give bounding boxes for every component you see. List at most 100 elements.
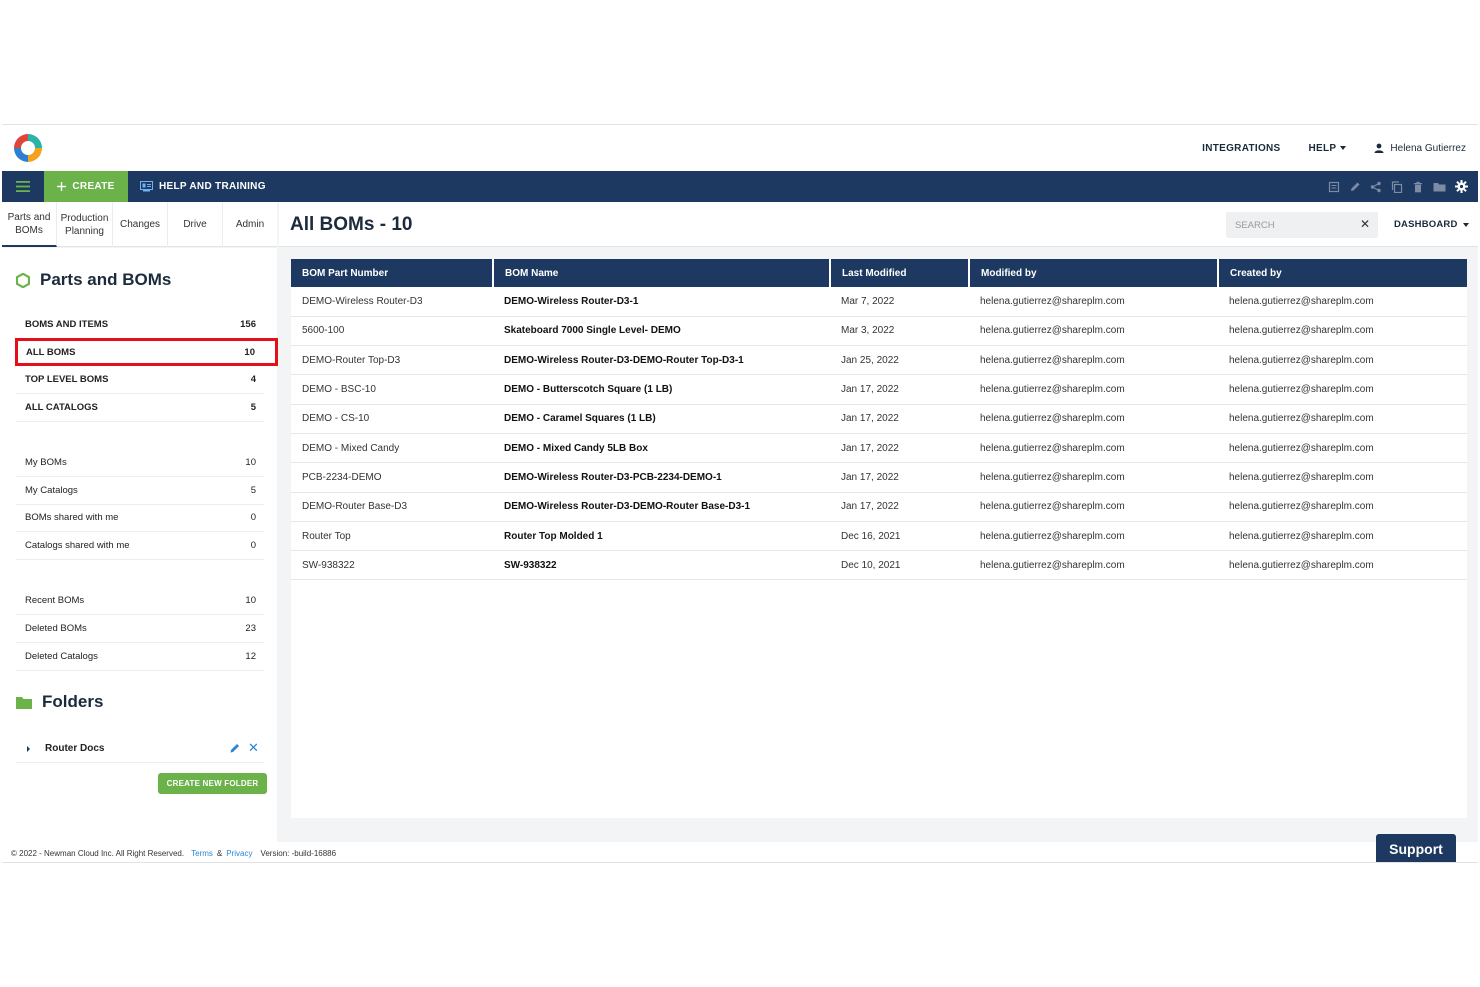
- folder-item[interactable]: Router Docs ✕: [16, 735, 264, 763]
- cell-bom-name[interactable]: DEMO - Butterscotch Square (1 LB): [493, 374, 830, 405]
- cell-bom-name[interactable]: DEMO-Wireless Router-D3-1: [493, 287, 830, 317]
- folders-title-text: Folders: [42, 692, 104, 711]
- table-row[interactable]: 5600-100 Skateboard 7000 Single Level- DE…: [291, 316, 1467, 347]
- privacy-link[interactable]: Privacy: [226, 849, 252, 858]
- cell-created-by: helena.gutierrez@shareplm.com: [1218, 433, 1467, 464]
- tab-admin[interactable]: Admin: [223, 202, 277, 247]
- integrations-link[interactable]: INTEGRATIONS: [1202, 143, 1280, 154]
- sidebar-item-all-boms[interactable]: ALL BOMS 10: [15, 338, 278, 366]
- sidebar-item-label: My BOMs: [25, 457, 67, 468]
- sidebar-item-recent-boms[interactable]: Recent BOMs 10: [16, 587, 264, 615]
- search-input[interactable]: [1226, 212, 1354, 238]
- cell-bom-name[interactable]: DEMO - Mixed Candy 5LB Box: [493, 433, 830, 464]
- cell-last-modified: Mar 7, 2022: [830, 287, 969, 317]
- column-header-bom-name[interactable]: BOM Name: [493, 259, 831, 287]
- hamburger-icon: [16, 181, 30, 192]
- tab-label: Drive: [183, 219, 207, 230]
- share-icon[interactable]: [1370, 181, 1382, 193]
- gear-icon[interactable]: [1455, 180, 1468, 193]
- create-button[interactable]: CREATE: [44, 171, 128, 202]
- delete-folder-icon[interactable]: ✕: [248, 740, 259, 756]
- main-navbar: CREATE HELP AND TRAINING: [2, 171, 1478, 202]
- column-header-last-modified[interactable]: Last Modified: [830, 259, 970, 287]
- sidebar-item-label: BOMS AND ITEMS: [25, 319, 109, 330]
- tab-label-line2: Planning: [65, 225, 104, 237]
- clear-search-icon[interactable]: ✕: [1360, 217, 1370, 231]
- tab-drive[interactable]: Drive: [168, 202, 223, 247]
- table-row[interactable]: SW-938322 SW-938322 Dec 10, 2021 helena.gut…: [291, 550, 1467, 581]
- cell-last-modified: Jan 17, 2022: [830, 462, 969, 493]
- dashboard-label: DASHBOARD: [1394, 219, 1458, 230]
- cell-modified-by: helena.gutierrez@shareplm.com: [969, 433, 1218, 464]
- cell-bom-name[interactable]: SW-938322: [493, 550, 830, 581]
- folder-icon[interactable]: [1433, 181, 1446, 193]
- search-box: ✕: [1226, 212, 1378, 238]
- cell-created-by: helena.gutierrez@shareplm.com: [1218, 462, 1467, 493]
- column-header-modified-by[interactable]: Modified by: [969, 259, 1219, 287]
- cell-bom-name[interactable]: DEMO-Wireless Router-D3-DEMO-Router Top-…: [493, 345, 830, 376]
- user-menu[interactable]: Helena Gutierrez: [1374, 143, 1466, 154]
- column-header-part-number[interactable]: BOM Part Number: [291, 259, 494, 287]
- cell-bom-name[interactable]: DEMO-Wireless Router-D3-PCB-2234-DEMO-1: [493, 462, 830, 493]
- table-row[interactable]: DEMO-Router Base-D3 DEMO-Wireless Router-…: [291, 492, 1467, 522]
- tab-production-planning[interactable]: Production Planning: [57, 202, 113, 247]
- table-row[interactable]: DEMO-Router Top-D3 DEMO-Wireless Router-D…: [291, 345, 1467, 376]
- folders-title: Folders: [16, 692, 103, 712]
- create-new-folder-button[interactable]: CREATE NEW FOLDER: [158, 773, 267, 794]
- help-and-training-button[interactable]: HELP AND TRAINING: [140, 171, 266, 202]
- cell-last-modified: Dec 10, 2021: [830, 550, 969, 581]
- cell-bom-name[interactable]: DEMO - Caramel Squares (1 LB): [493, 404, 830, 434]
- sidebar-item-all-catalogs[interactable]: ALL CATALOGS 5: [16, 394, 264, 422]
- document-icon[interactable]: [1328, 181, 1340, 193]
- table-row[interactable]: PCB-2234-DEMO DEMO-Wireless Router-D3-PCB…: [291, 462, 1467, 493]
- sidebar-item-boms-and-items[interactable]: BOMS AND ITEMS 156: [16, 311, 264, 339]
- sidebar-item-count: 5: [250, 402, 256, 413]
- sidebar-item-label: ALL BOMS: [26, 346, 76, 358]
- sidebar-item-top-level-boms[interactable]: TOP LEVEL BOMS 4: [16, 366, 264, 394]
- tab-changes[interactable]: Changes: [113, 202, 168, 247]
- menu-button[interactable]: [2, 171, 44, 202]
- sidebar-item-my-catalogs[interactable]: My Catalogs 5: [16, 477, 264, 505]
- pencil-icon[interactable]: [1349, 181, 1361, 193]
- cell-bom-name[interactable]: Router Top Molded 1: [493, 521, 830, 552]
- cell-modified-by: helena.gutierrez@shareplm.com: [969, 287, 1218, 317]
- cell-part-number: PCB-2234-DEMO: [291, 462, 493, 493]
- folder-icon: [16, 696, 32, 709]
- tab-parts-and-boms[interactable]: Parts and BOMs: [2, 202, 57, 247]
- cell-bom-name[interactable]: Skateboard 7000 Single Level- DEMO: [493, 316, 830, 347]
- cell-part-number: DEMO - BSC-10: [291, 374, 493, 405]
- app-logo[interactable]: [12, 132, 44, 164]
- cell-part-number: 5600-100: [291, 316, 493, 347]
- cell-modified-by: helena.gutierrez@shareplm.com: [969, 404, 1218, 434]
- copy-icon[interactable]: [1391, 180, 1403, 193]
- sidebar-item-boms-shared[interactable]: BOMs shared with me 0: [16, 504, 264, 532]
- column-header-created-by[interactable]: Created by: [1218, 259, 1467, 287]
- sidebar-item-label: Catalogs shared with me: [25, 540, 130, 551]
- sidebar-item-deleted-catalogs[interactable]: Deleted Catalogs 12: [16, 643, 264, 671]
- help-menu[interactable]: HELP: [1309, 143, 1347, 154]
- cell-created-by: helena.gutierrez@shareplm.com: [1218, 374, 1467, 405]
- chevron-right-icon[interactable]: [27, 746, 30, 752]
- sidebar-item-catalogs-shared[interactable]: Catalogs shared with me 0: [16, 532, 264, 560]
- table-row[interactable]: DEMO-Wireless Router-D3 DEMO-Wireless Rou…: [291, 287, 1467, 317]
- plus-icon: [57, 182, 67, 191]
- support-button[interactable]: Support: [1376, 834, 1456, 862]
- trash-icon[interactable]: [1412, 181, 1424, 193]
- sidebar-item-my-boms[interactable]: My BOMs 10: [16, 449, 264, 477]
- top-bar: INTEGRATIONS HELP Helena Gutierrez: [2, 125, 1478, 171]
- table-row[interactable]: DEMO - BSC-10 DEMO - Butterscotch Square …: [291, 374, 1467, 405]
- edit-folder-icon[interactable]: [229, 742, 241, 754]
- sidebar-item-deleted-boms[interactable]: Deleted BOMs 23: [16, 615, 264, 643]
- terms-link[interactable]: Terms: [191, 849, 213, 858]
- sidebar-item-count: 0: [250, 512, 256, 523]
- table-row[interactable]: DEMO - CS-10 DEMO - Caramel Squares (1 LB…: [291, 404, 1467, 434]
- table-row[interactable]: DEMO - Mixed Candy DEMO - Mixed Candy 5LB…: [291, 433, 1467, 464]
- dashboard-dropdown[interactable]: DASHBOARD: [1394, 202, 1469, 247]
- cell-last-modified: Mar 3, 2022: [830, 316, 969, 347]
- cell-bom-name[interactable]: DEMO-Wireless Router-D3-DEMO-Router Base…: [493, 492, 830, 522]
- user-name: Helena Gutierrez: [1390, 142, 1466, 154]
- cell-last-modified: Jan 25, 2022: [830, 345, 969, 376]
- table-row[interactable]: Router Top Router Top Molded 1 Dec 16, 202…: [291, 521, 1467, 552]
- cell-modified-by: helena.gutierrez@shareplm.com: [969, 316, 1218, 347]
- sidebar-item-label: My Catalogs: [25, 485, 78, 496]
